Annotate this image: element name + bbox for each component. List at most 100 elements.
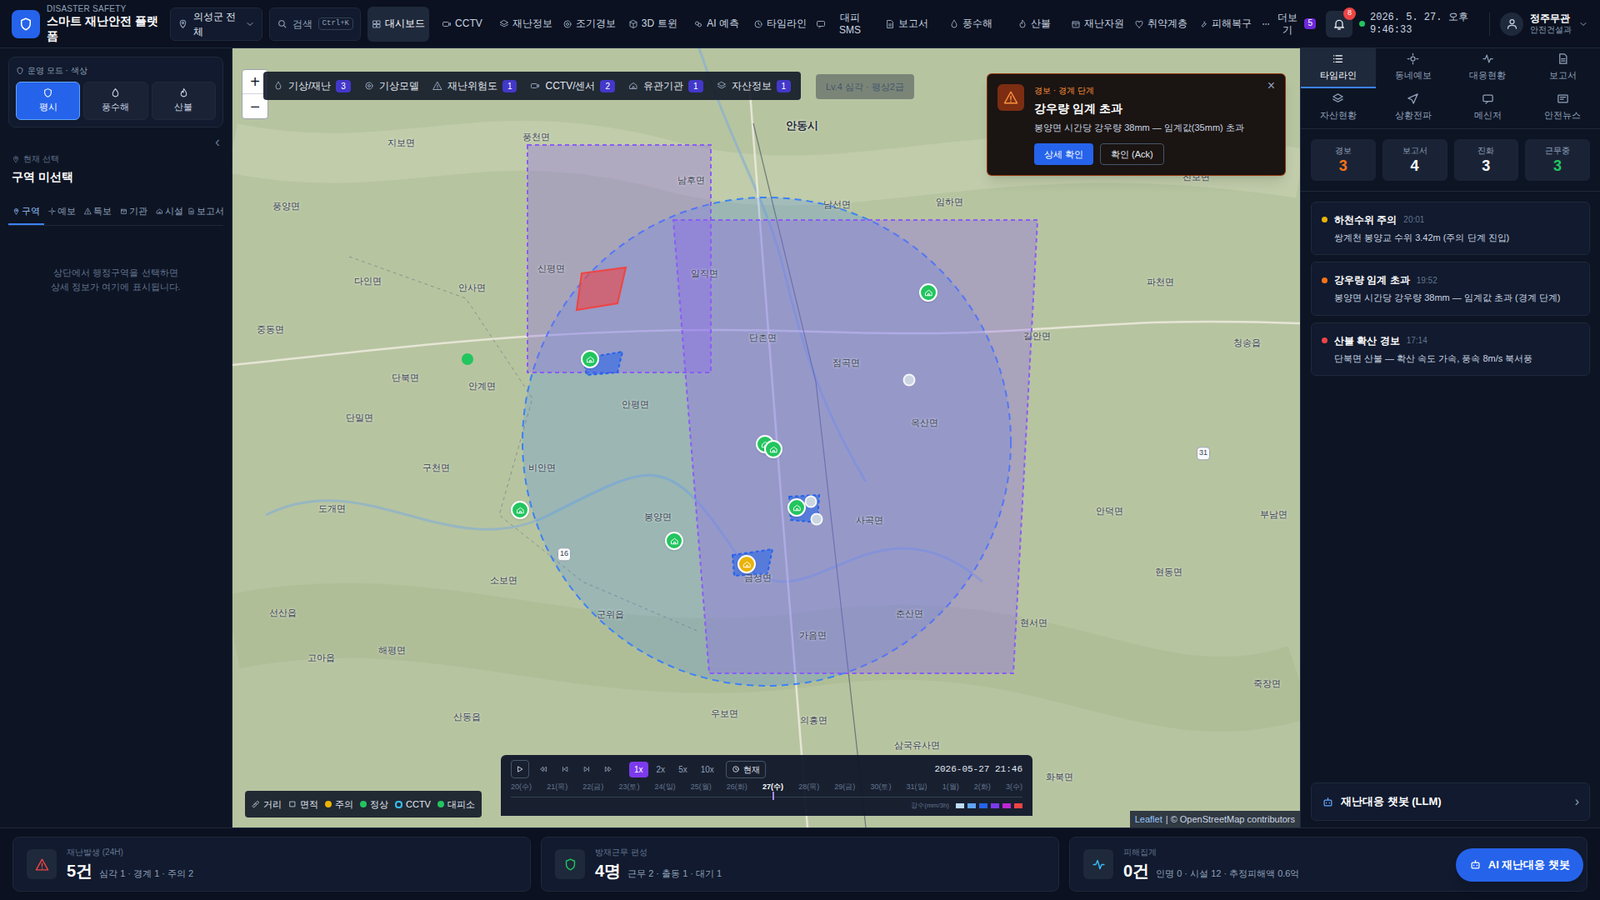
place-label: 풍천면 (522, 130, 550, 145)
panel-tab[interactable]: 안전뉴스 (1525, 88, 1600, 129)
nav-item[interactable]: AI 예측 (685, 6, 747, 42)
event-card[interactable]: 강우량 임계 초과19:52봉양면 시간당 강우량 38mm — 임계값 초과 … (1310, 261, 1590, 316)
speed-button[interactable]: 2x (651, 761, 671, 778)
event-desc: 봉양면 시간당 강우량 38mm — 임계값 초과 (경계 단계) (1321, 290, 1580, 305)
next-button[interactable] (579, 760, 595, 779)
sidebar-tab[interactable]: 예보 (44, 199, 80, 225)
sensor-marker[interactable] (805, 495, 818, 509)
day-label[interactable]: 2(화) (974, 781, 991, 794)
shelter-marker[interactable] (919, 283, 938, 302)
place-label: 구천면 (422, 460, 450, 475)
logo[interactable] (11, 10, 40, 39)
nav-item[interactable]: 피해복구 (1193, 6, 1255, 42)
shelter-marker[interactable] (764, 440, 783, 459)
sidebar-tab[interactable]: 구역 (8, 199, 45, 225)
day-label[interactable]: 20(수) (510, 781, 532, 794)
prev-button[interactable] (557, 760, 573, 779)
leaflet-link[interactable]: Leaflet (1135, 812, 1163, 827)
day-label[interactable]: 31(일) (906, 781, 928, 794)
region-select[interactable]: 의성군 전체 (170, 7, 263, 41)
map[interactable]: 풍천면지보면남후면안동시임하면진보면풍양면다인면신평면일직면남선면파천면안사면단… (232, 48, 1300, 828)
shelter-marker[interactable] (737, 555, 756, 574)
shelter-marker[interactable] (580, 350, 600, 369)
user-menu[interactable]: 정주무관안전건설과 (1489, 12, 1589, 36)
point-marker[interactable] (461, 353, 474, 365)
layer-toggle[interactable]: 재난위험도1 (432, 78, 518, 94)
sidebar-tab[interactable]: 시설 (151, 199, 188, 225)
layer-toggle[interactable]: 자산정보1 (716, 78, 792, 94)
nav-item[interactable]: 풍수해 (939, 6, 1001, 42)
chatbot-link[interactable]: 재난대응 챗봇 (LLM)› (1310, 782, 1590, 821)
layer-toggle[interactable]: CCTV/센서2 (530, 78, 615, 94)
day-label[interactable]: 28(목) (798, 781, 820, 794)
panel-tab[interactable]: 상황전파 (1375, 88, 1451, 129)
ff-button[interactable] (600, 760, 616, 779)
nav-item[interactable]: 산불 (1003, 6, 1065, 42)
panel-tab[interactable]: 자산현황 (1300, 88, 1376, 129)
panel-tab[interactable]: 메신저 (1450, 88, 1526, 129)
sensor-marker[interactable] (903, 374, 916, 387)
sidebar-tab[interactable]: 기관 (115, 199, 152, 225)
panel-tab[interactable]: 타임라인 (1300, 48, 1376, 89)
layer-toggle[interactable]: 기상/재난3 (273, 78, 351, 94)
live-dot (1359, 20, 1365, 27)
panel-tab[interactable]: 보고서 (1525, 48, 1600, 89)
speed-button[interactable]: 5x (673, 761, 693, 778)
event-card[interactable]: 산불 확산 경보17:14단북면 산불 — 확산 속도 가속, 풍속 8m/s … (1310, 322, 1590, 377)
day-label[interactable]: 30(토) (870, 781, 891, 794)
day-label[interactable]: 26(화) (726, 781, 748, 794)
shelter-marker[interactable] (787, 498, 806, 517)
rain-swatch (979, 803, 988, 809)
day-label[interactable]: 29(금) (834, 781, 855, 794)
panel-tab[interactable]: 동네예보 (1375, 48, 1451, 89)
notifications-button[interactable]: 8 (1325, 10, 1353, 38)
play-button[interactable] (510, 760, 530, 779)
panel-tab[interactable]: 대응현황 (1450, 48, 1526, 89)
tab-label: 안전뉴스 (1544, 108, 1581, 123)
nav-item[interactable]: 재난정보 (495, 6, 557, 42)
nav-item[interactable]: 재난자원 (1066, 6, 1129, 42)
speed-button[interactable]: 1x (629, 761, 649, 778)
legend-item[interactable]: 면적 (288, 797, 319, 812)
ack-button[interactable]: 확인 (Ack) (1100, 143, 1165, 166)
day-label[interactable]: 3(수) (1005, 781, 1023, 794)
day-label[interactable]: 24(일) (655, 781, 676, 794)
day-label[interactable]: 27(수) (762, 781, 784, 794)
day-label[interactable]: 21(목) (546, 781, 568, 794)
search-box[interactable]: 검색Ctrl+K (269, 7, 361, 41)
speed-button[interactable]: 10x (695, 761, 720, 778)
day-label[interactable]: 25(월) (690, 781, 712, 794)
day-label[interactable]: 22(금) (582, 781, 604, 794)
close-button[interactable]: × (1267, 79, 1275, 93)
mode-button[interactable]: 평시 (15, 81, 80, 120)
legend-item[interactable]: 거리 (251, 797, 282, 812)
sensor-marker[interactable] (810, 513, 824, 526)
mode-button[interactable]: 산불 (151, 81, 216, 120)
nav-item[interactable]: 타임라인 (749, 6, 811, 42)
detail-button[interactable]: 상세 확인 (1034, 143, 1094, 166)
sidebar-tab[interactable]: 특보 (80, 199, 116, 225)
nav-item[interactable]: 3D 트윈 (621, 6, 684, 42)
day-label[interactable]: 23(토) (618, 781, 640, 794)
shelter-marker[interactable] (510, 500, 530, 520)
play-icon (515, 765, 525, 774)
layer-toggle[interactable]: 기상모델 (364, 78, 420, 94)
layer-toggle[interactable]: 유관기관1 (628, 78, 704, 94)
shelter-marker[interactable] (665, 531, 684, 550)
day-label[interactable]: 1(월) (942, 781, 960, 794)
mode-button[interactable]: 풍수해 (83, 81, 148, 120)
collapse-button[interactable]: ‹ (211, 134, 224, 150)
rew-button[interactable] (535, 760, 551, 779)
nav-item[interactable]: CCTV (430, 6, 493, 42)
sidebar-tab[interactable]: 보고서 (187, 199, 224, 225)
summary-label: 피해집계 (1123, 845, 1300, 859)
ai-chatbot-button[interactable]: AI 재난대응 챗봇 (1455, 848, 1584, 882)
now-button[interactable]: 현재 (725, 760, 766, 779)
nav-item[interactable]: 대피 SMS (812, 6, 875, 42)
nav-item[interactable]: 대시보드 (367, 6, 430, 42)
event-card[interactable]: 하천수위 주의20:01쌍계천 봉양교 수위 3.42m (주의 단계 진입) (1310, 201, 1590, 256)
nav-item[interactable]: 조기경보 (558, 6, 620, 42)
nav-item[interactable]: 보고서 (875, 6, 938, 42)
nav-item[interactable]: 취약계층 (1130, 6, 1192, 42)
nav-item[interactable]: 더보기5 (1257, 6, 1320, 42)
